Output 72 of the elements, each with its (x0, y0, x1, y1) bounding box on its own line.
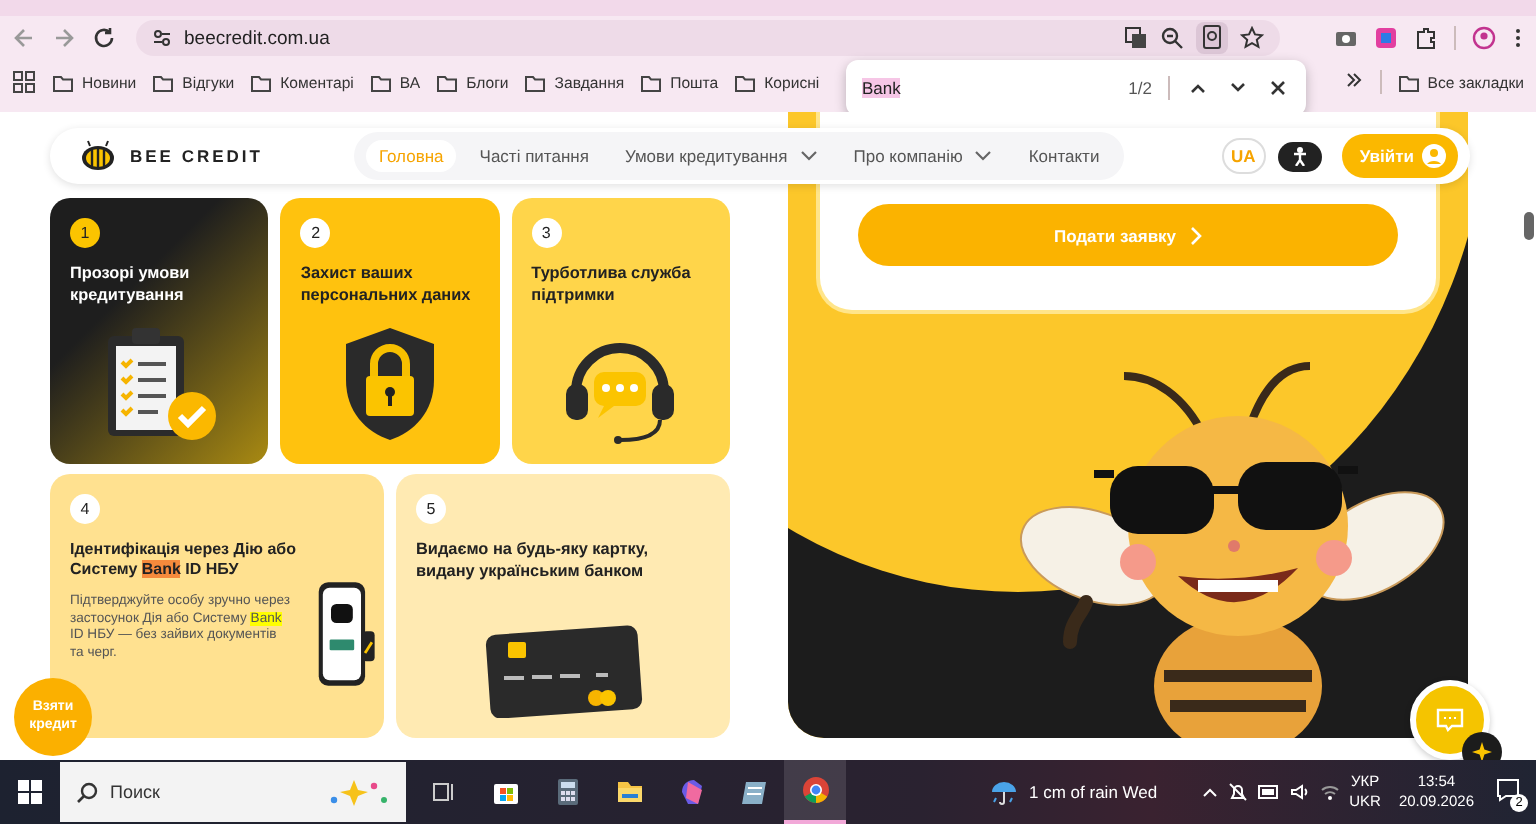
chevron-up-icon[interactable] (1201, 784, 1218, 800)
folder-icon (734, 73, 757, 91)
card-number: 1 (70, 218, 100, 248)
search-placeholder: Поиск (110, 782, 162, 802)
weather-text[interactable]: 1 cm of rain Wed (1029, 782, 1158, 802)
star-icon[interactable] (1240, 26, 1264, 50)
notes-icon[interactable] (739, 778, 767, 806)
find-query[interactable]: Bank (862, 78, 901, 98)
wifi-icon[interactable] (1319, 782, 1340, 802)
folder-icon (369, 73, 392, 91)
chevron-right-icon (1190, 225, 1203, 245)
caret-icon (799, 150, 818, 162)
folder-icon (52, 73, 74, 91)
puzzle-icon[interactable] (1414, 26, 1438, 50)
person-icon (1291, 146, 1308, 166)
chat-icon (1436, 708, 1464, 732)
apps-grid-icon[interactable] (12, 70, 36, 94)
battery-icon[interactable] (1257, 784, 1280, 800)
match-count: 1/2 (1128, 78, 1152, 98)
card-title: Ідентифікація через Дію або Систему Bank ID НБУ (70, 540, 299, 582)
folder-icon (524, 73, 547, 91)
calculator-icon[interactable] (555, 778, 579, 806)
nav-link[interactable]: Контакти (1016, 140, 1112, 172)
card-title: Турботлива служба підтримки (531, 264, 693, 307)
bee-logo-icon (78, 140, 118, 172)
card-title: Видаємо на будь-яку картку, видану українським банком (416, 540, 651, 583)
menu-icon[interactable] (1512, 26, 1524, 50)
sparkle-icon (1472, 742, 1492, 760)
logo-text: BEE CREDIT (130, 146, 263, 166)
scrollbar[interactable] (1524, 212, 1534, 240)
find-in-page-icon[interactable] (1196, 22, 1228, 54)
translate-icon[interactable] (1124, 26, 1148, 50)
rain-icon[interactable] (989, 778, 1018, 806)
store-icon[interactable] (491, 778, 519, 806)
color-extension-icon[interactable] (1374, 26, 1398, 50)
folder-icon (1397, 73, 1420, 91)
muted-bell-icon[interactable] (1227, 782, 1248, 802)
address-text: beecredit.com.ua (184, 27, 332, 49)
speaker-icon[interactable] (1289, 782, 1310, 802)
search-icon (76, 781, 98, 803)
folder-icon (250, 73, 273, 91)
folder-icon (640, 73, 663, 91)
caret-icon (974, 150, 993, 162)
taskbar-search-field[interactable]: Поиск (60, 762, 406, 822)
card-number: 4 (70, 494, 100, 524)
card-number: 3 (531, 218, 562, 248)
card-number: 5 (416, 494, 446, 524)
site-info-icon[interactable] (152, 28, 172, 48)
card-title: Захист ваших персональних даних (300, 264, 473, 307)
zoom-icon[interactable] (1160, 26, 1184, 50)
notification-icon (1496, 778, 1520, 802)
folder-icon (152, 73, 175, 91)
windows-start-icon[interactable] (18, 780, 42, 804)
user-icon (1422, 144, 1446, 168)
assistant-button[interactable] (1462, 732, 1502, 760)
address-bar[interactable]: beecredit.com.ua (136, 20, 1280, 56)
folder-icon[interactable] (615, 780, 643, 804)
chrome-icon[interactable] (801, 776, 829, 804)
folder-icon (436, 73, 459, 91)
nav-link[interactable]: Часті питання (467, 140, 601, 172)
nav-link[interactable]: Про компанію (841, 140, 1005, 172)
copilot-icon[interactable] (677, 778, 705, 806)
task-view-icon[interactable] (431, 780, 455, 804)
card-number: 2 (300, 218, 331, 248)
search-match-highlight: Bank (141, 560, 181, 579)
accessibility-button[interactable] (1277, 141, 1322, 171)
card-title: Прозорі умови кредитування (70, 264, 192, 307)
camera-icon[interactable] (1334, 26, 1358, 50)
profile-icon[interactable] (1472, 26, 1496, 50)
close-icon[interactable] (1266, 76, 1290, 100)
nav-link[interactable]: Умови кредитування (612, 140, 830, 172)
reload-icon[interactable] (92, 26, 116, 50)
